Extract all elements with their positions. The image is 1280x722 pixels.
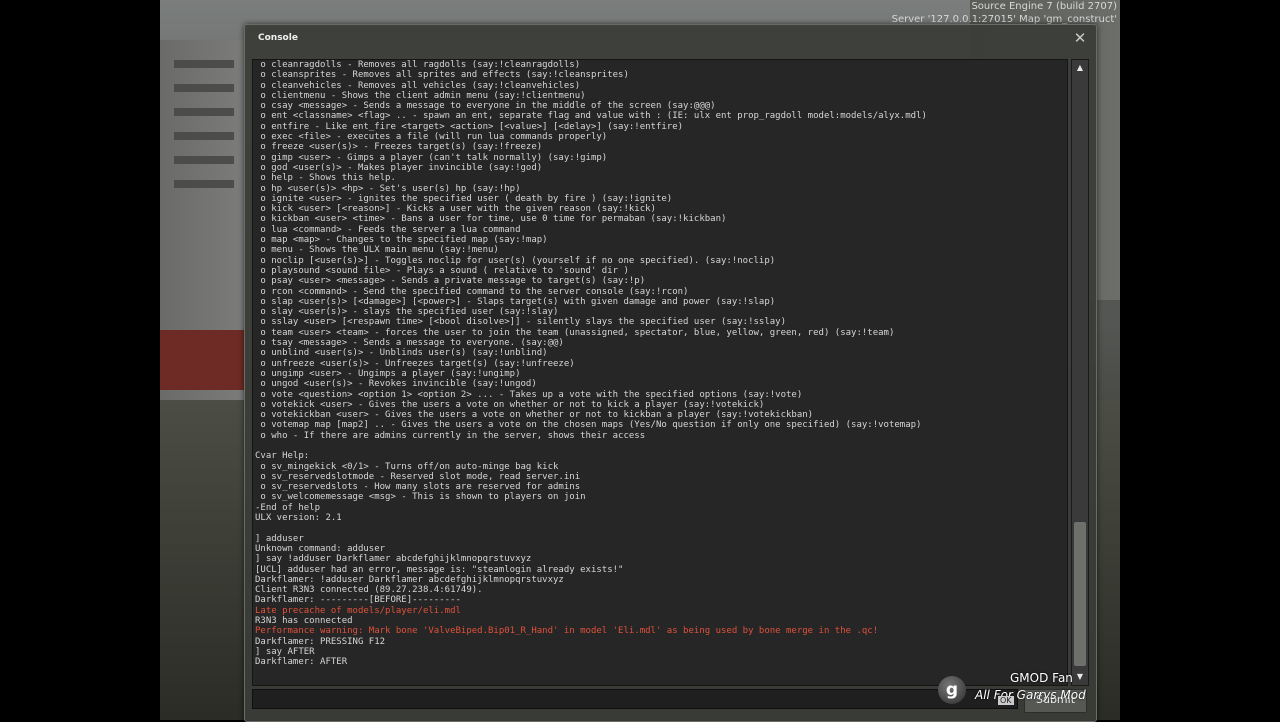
command-input[interactable] [252, 689, 1018, 709]
close-icon[interactable]: ✕ [1072, 30, 1088, 46]
console-line: o tsay <message> - Sends a message to ev… [255, 338, 564, 349]
scroll-thumb[interactable] [1074, 522, 1086, 666]
console-line: o slap <user(s)> [<damage>] [<power>] - … [255, 296, 776, 307]
scrollbar[interactable]: ▲ ▼ [1071, 59, 1089, 686]
console-line: Cvar Help: [255, 451, 310, 462]
console-line: o unfreeze <user(s)> - Unfreezes target(… [255, 358, 575, 369]
console-line: o god <user(s)> - Makes player invincibl… [255, 162, 543, 173]
console-line: o sv_reservedslots - How many slots are … [255, 482, 581, 493]
console-line: o menu - Shows the ULX main menu (say:!m… [255, 245, 499, 256]
console-line: Client R3N3 connected (89.27.238.4:61749… [255, 585, 483, 596]
engine-version: Source Engine 7 (build 2707) [971, 1, 1117, 12]
red-wall [160, 330, 245, 390]
console-warning-line: Late precache of models/player/eli.mdl [255, 605, 461, 616]
console-line: o playsound <sound file> - Plays a sound… [255, 265, 629, 276]
console-line: o ignite <user> - ignites the specified … [255, 193, 673, 204]
engine-info: Source Engine 7 (build 2707) Server '127… [892, 0, 1117, 26]
console-line: Darkflamer: ---------[BEFORE]--------- [255, 595, 461, 606]
console-line: o kick <user> [<reason>] - Kicks a user … [255, 204, 656, 215]
console-line: o sv_reservedslotmode - Reserved slot mo… [255, 471, 581, 482]
console-output[interactable]: o cleanragdolls - Removes all ragdolls (… [252, 59, 1068, 686]
console-line: o unblind <user(s)> - Unblinds user(s) (… [255, 348, 548, 359]
console-line: o cleanvehicles - Removes all vehicles (… [255, 80, 581, 91]
ok-badge: OK [998, 696, 1014, 705]
console-line: o sslay <user> [<respawn time> [<bool di… [255, 317, 787, 328]
console-line: o vote <question> <option 1> <option 2> … [255, 389, 803, 400]
console-line: o slay <user(s)> - slays the specified u… [255, 307, 559, 318]
console-line: o lua <command> - Feeds the server a lua… [255, 224, 521, 235]
console-output-text: o cleanragdolls - Removes all ragdolls (… [255, 60, 1067, 668]
console-line: o entfire - Like ent_fire <target> <acti… [255, 121, 684, 132]
console-line: o ungod <user(s)> - Revokes invincible (… [255, 379, 537, 390]
console-warning-line: Performance warning: Mark bone 'ValveBip… [255, 626, 879, 637]
console-line: [UCL] adduser had an error, message is: … [255, 564, 624, 575]
title-bar[interactable]: Console ✕ [245, 25, 1096, 53]
console-line: ] say AFTER [255, 646, 315, 657]
console-line: o votekick <user> - Gives the users a vo… [255, 399, 765, 410]
console-line: o gimp <user> - Gimps a player (can't ta… [255, 152, 608, 163]
console-line: o freeze <user(s)> - Freezes target(s) (… [255, 142, 543, 153]
console-line: o cleansprites - Removes all sprites and… [255, 70, 629, 81]
console-line: o sv_mingekick <0/1> - Turns off/on auto… [255, 461, 559, 472]
console-window: Console ✕ o cleanragdolls - Removes all … [244, 24, 1097, 722]
console-line: -End of help [255, 502, 321, 513]
console-line: o kickban <user> <time> - Bans a user fo… [255, 214, 727, 225]
console-line: o clientmenu - Shows the client admin me… [255, 90, 586, 101]
gmod-logo: g [938, 676, 966, 704]
console-line: o hp <user(s)> <hp> - Set's user(s) hp (… [255, 183, 521, 194]
console-line: o map <map> - Changes to the specified m… [255, 235, 548, 246]
console-line: ] say !adduser Darkflamer abcdefghijklmn… [255, 554, 532, 565]
console-line: o noclip [<user(s)>] - Toggles noclip fo… [255, 255, 776, 266]
console-line: o votekickban <user> - Gives the users a… [255, 410, 814, 421]
watermark-mod-text: All For Garrys Mod [975, 688, 1086, 702]
console-line: o sv_welcomemessage <msg> - This is show… [255, 492, 586, 503]
console-line: o ungimp <user> - Ungimps a player (say:… [255, 368, 521, 379]
console-line: Darkflamer: PRESSING F12 [255, 636, 386, 647]
console-line: o ent <classname> <flag> .. - spawn an e… [255, 111, 927, 122]
console-line: ] adduser [255, 533, 304, 544]
console-line: o rcon <command> - Send the specified co… [255, 286, 689, 297]
console-title: Console [258, 33, 298, 43]
console-line: o psay <user> <message> - Sends a privat… [255, 276, 646, 287]
console-line: o votemap map [map2] .. - Gives the user… [255, 420, 922, 431]
console-line: o exec <file> - executes a file (will ru… [255, 132, 608, 143]
console-line: R3N3 has connected [255, 616, 353, 627]
scroll-up-icon[interactable]: ▲ [1072, 60, 1088, 76]
console-line: Darkflamer: !adduser Darkflamer abcdefgh… [255, 574, 564, 585]
console-line: Unknown command: adduser [255, 543, 386, 554]
watermark-fan-text: GMOD Fan [1010, 671, 1073, 685]
console-line: Darkflamer: AFTER [255, 657, 348, 668]
console-line: o who - If there are admins currently in… [255, 430, 646, 441]
console-line: o help - Shows this help. [255, 173, 396, 184]
console-line: ULX version: 2.1 [255, 513, 342, 524]
scroll-down-icon[interactable]: ▼ [1072, 669, 1088, 685]
console-line: o team <user> <team> - forces the user t… [255, 327, 895, 338]
console-line: o cleanragdolls - Removes all ragdolls (… [255, 60, 581, 70]
console-line: o csay <message> - Sends a message to ev… [255, 101, 716, 112]
